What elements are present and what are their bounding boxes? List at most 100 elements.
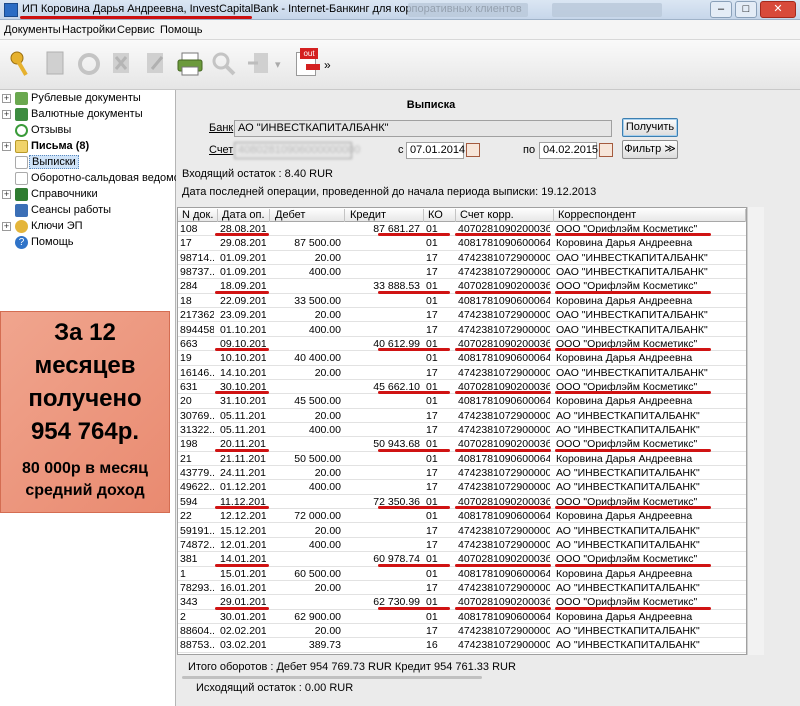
blurred-taskbar-tab [552, 3, 662, 17]
table-cell: 01 [426, 610, 438, 623]
expand-icon[interactable]: + [2, 110, 11, 119]
column-header[interactable]: Кредит [348, 209, 424, 222]
table-cell: 4742381072900000... [458, 524, 550, 537]
account-field[interactable]: 40802810906000000000 [234, 142, 360, 159]
table-cell: 24.11.2014 [220, 467, 266, 480]
expand-icon[interactable]: + [2, 190, 11, 199]
expand-icon[interactable]: + [2, 94, 11, 103]
account-label[interactable]: Счет [209, 144, 233, 156]
table-cell: 01 [426, 395, 438, 408]
close-button[interactable]: ✕ [760, 1, 796, 18]
table-row[interactable]: 88604... 02.02.2015 20.00 17 474238107290000… [178, 624, 746, 639]
delete-icon[interactable] [108, 49, 136, 79]
red-underline [555, 606, 711, 610]
table-row[interactable]: 98737... 01.09.2014 400.00 17 47423810729000… [178, 265, 746, 280]
from-date-field[interactable]: 07.01.2014 [406, 142, 465, 159]
column-header[interactable]: Корреспондент [556, 209, 746, 222]
table-row[interactable]: 31322... 05.11.2014 400.00 17 47423810729000… [178, 423, 746, 438]
statement-icon [15, 156, 28, 169]
print-icon[interactable] [176, 49, 204, 79]
table-row[interactable]: 16146... 14.10.2014 20.00 17 474238107290000… [178, 366, 746, 380]
table-cell: Коровина Дарья Андреевна [556, 395, 693, 408]
table-row[interactable]: 21 21.11.2014 50 500.00 01 4081781090600064.… [178, 452, 746, 467]
calendar-icon[interactable] [466, 143, 480, 157]
toolbar-more-icon[interactable]: » [324, 58, 331, 72]
table-row[interactable]: 43779... 24.11.2014 20.00 17 474238107290000… [178, 466, 746, 481]
table-row[interactable]: 20 31.10.2014 45 500.00 01 4081781090600064.… [178, 394, 746, 409]
expand-icon[interactable]: + [2, 222, 11, 231]
get-button[interactable]: Получить [622, 118, 678, 137]
new-document-icon[interactable] [42, 49, 70, 79]
import-dropdown-icon[interactable]: ▾ [275, 58, 281, 71]
table-row[interactable]: 30769... 05.11.2014 20.00 17 474238107290000… [178, 409, 746, 423]
table-row[interactable]: 17 29.08.2014 87 500.00 01 4081781090600064.… [178, 236, 746, 251]
table-row[interactable]: 78293... 16.01.2015 20.00 17 474238107290000… [178, 581, 746, 596]
table-cell: 01 [426, 237, 438, 250]
tree-item-label: Ключи ЭП [31, 220, 83, 232]
red-underline [555, 506, 711, 510]
filter-button[interactable]: Фильтр ≫ [622, 140, 678, 159]
table-row[interactable]: 1 15.01.2015 60 500.00 01 4081781090600064..… [178, 567, 746, 581]
keys-icon[interactable] [8, 49, 36, 79]
column-header[interactable]: N док. [180, 209, 218, 222]
sheet-icon [15, 172, 28, 185]
refresh-icon[interactable] [75, 49, 103, 79]
maximize-button[interactable]: □ [735, 1, 757, 18]
turnover-totals: Итого оборотов : Дебет 954 769.73 RUR Кр… [188, 661, 516, 673]
column-header[interactable]: Счет корр. [458, 209, 554, 222]
red-underline [455, 506, 551, 510]
calendar-icon[interactable] [599, 143, 613, 157]
red-underline [455, 448, 551, 452]
table-row[interactable]: 894458 01.10.2014 400.00 17 4742381072900000… [178, 323, 746, 337]
red-underline [20, 16, 252, 19]
import-icon[interactable] [246, 49, 274, 79]
table-row[interactable]: 217362 23.09.2014 20.00 17 4742381072900000.… [178, 308, 746, 323]
bank-label[interactable]: Банк [209, 122, 233, 134]
bank-field[interactable]: АО "ИНВЕСТКАПИТАЛБАНК" [234, 120, 612, 137]
table-cell: 30.01.2015 [220, 610, 266, 623]
table-cell: 4742381072900000... [458, 582, 550, 594]
table-row[interactable]: 19 10.10.2014 40 400.00 01 4081781090600064.… [178, 351, 746, 366]
table-row[interactable]: 98714... 01.09.2014 20.00 17 474238107290000… [178, 251, 746, 266]
red-underline [555, 448, 711, 452]
table-cell: 631 [180, 380, 198, 393]
column-header[interactable]: КО [426, 209, 456, 222]
table-cell: 4742381072900000... [458, 625, 550, 638]
table-cell: 10.10.2014 [220, 352, 266, 365]
search-icon[interactable] [210, 49, 238, 79]
menu-help[interactable]: Помощь [160, 24, 203, 36]
table-cell: 78293... [180, 582, 214, 594]
column-header[interactable]: Дата оп. [220, 209, 270, 222]
to-label: по [523, 144, 536, 156]
menu-documents[interactable]: Документы [4, 24, 61, 36]
table-cell: 389.73 [308, 639, 341, 652]
menu-settings[interactable]: Настройки [62, 24, 116, 36]
table-cell: 72 000.00 [294, 510, 341, 523]
table-row[interactable]: 88753... 03.02.2015 389.73 16 47423810729000… [178, 638, 746, 653]
table-cell: 381 [180, 553, 198, 566]
table-cell: 894458 [180, 323, 214, 336]
expand-icon[interactable]: + [2, 142, 11, 151]
column-header[interactable]: Дебет [273, 209, 345, 222]
menu-service[interactable]: Сервис [117, 24, 155, 36]
minimize-button[interactable]: – [710, 1, 732, 18]
table-cell: 594 [180, 495, 198, 508]
export-out-icon[interactable]: out [296, 48, 322, 80]
table-row[interactable]: 74872... 12.01.2015 400.00 17 47423810729000… [178, 538, 746, 553]
table-cell: ОАО "ИНВЕСТКАПИТАЛБАНК" [556, 323, 708, 336]
table-cell: Коровина Дарья Андреевна [556, 352, 693, 365]
red-underline [215, 391, 269, 395]
table-row[interactable]: 59191... 15.12.2014 20.00 17 474238107290000… [178, 524, 746, 538]
table-row[interactable]: 2 30.01.2015 62 900.00 01 4081781090600064..… [178, 610, 746, 625]
table-row[interactable]: 22 12.12.2014 72 000.00 01 4081781090600064.… [178, 509, 746, 524]
edit-icon[interactable] [142, 49, 170, 79]
tree-item-label: Сеансы работы [31, 204, 112, 216]
table-cell: 17 [426, 309, 438, 322]
table-cell: 17 [180, 237, 192, 250]
tree-item-label: Справочники [31, 188, 98, 200]
table-row[interactable]: 18 22.09.2014 33 500.00 01 4081781090600064.… [178, 294, 746, 309]
table-scrollbar[interactable] [747, 207, 764, 655]
table-cell: 16.01.2015 [220, 582, 266, 594]
to-date-field[interactable]: 04.02.2015 [539, 142, 598, 159]
table-row[interactable]: 49622... 01.12.2014 400.00 17 47423810729000… [178, 480, 746, 495]
